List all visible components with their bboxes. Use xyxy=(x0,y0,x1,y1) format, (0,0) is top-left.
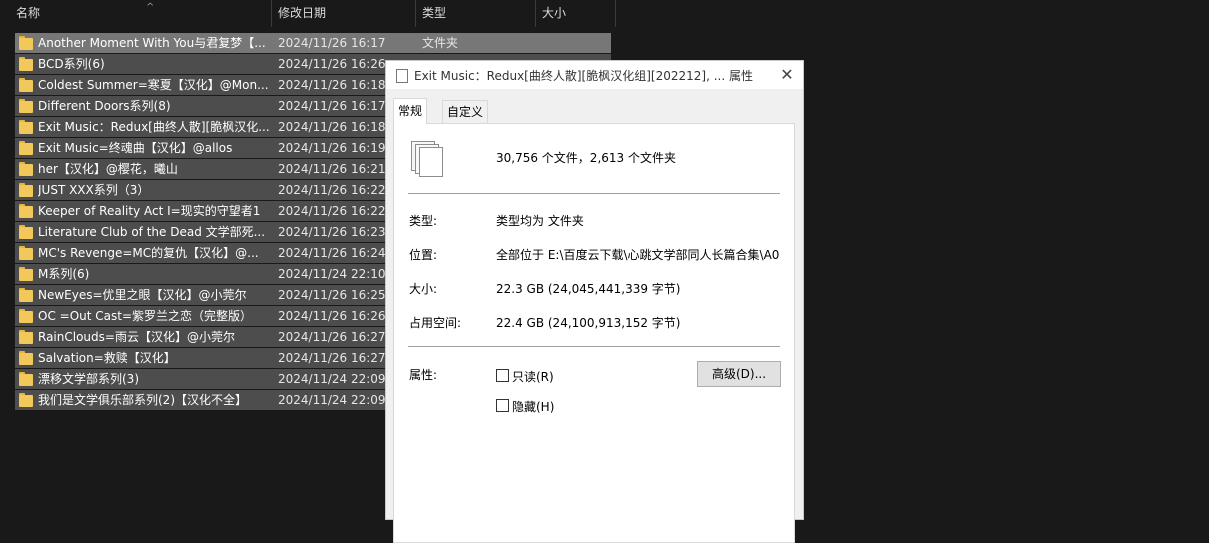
folder-icon xyxy=(19,204,33,218)
column-date-header[interactable]: 修改日期 xyxy=(272,0,416,27)
folder-icon xyxy=(19,183,33,197)
file-name: MC's Revenge=MC的复仇【汉化】@... xyxy=(38,246,259,260)
sort-ascending-icon: ^ xyxy=(146,2,155,13)
close-button[interactable]: ✕ xyxy=(777,65,797,85)
folder-icon xyxy=(19,36,33,50)
folder-icon xyxy=(19,225,33,239)
size-label: 大小: xyxy=(409,282,438,296)
folder-icon xyxy=(19,120,33,134)
hidden-label[interactable]: 隐藏(H) xyxy=(512,398,554,415)
advanced-button[interactable]: 高级(D)... xyxy=(697,361,781,387)
file-name: Keeper of Reality Act I=现实的守望者1 xyxy=(38,204,261,218)
disk-size-value: 22.4 GB (24,100,913,152 字节) xyxy=(496,316,681,330)
file-date: 2024/11/26 16:21 xyxy=(278,162,386,176)
size-value: 22.3 GB (24,045,441,339 字节) xyxy=(496,282,681,296)
file-name: Exit Music：Redux[曲终人散][脆枫汉化... xyxy=(38,120,270,134)
file-date: 2024/11/26 16:22 xyxy=(278,204,386,218)
type-value: 类型均为 文件夹 xyxy=(496,214,584,228)
file-date: 2024/11/26 16:26 xyxy=(278,309,386,323)
folder-icon xyxy=(19,141,33,155)
file-name: RainClouds=雨云【汉化】@小莞尔 xyxy=(38,330,235,344)
folder-icon xyxy=(19,162,33,176)
file-name: 漂移文学部系列(3) xyxy=(38,372,139,386)
file-date: 2024/11/26 16:23 xyxy=(278,225,386,239)
file-name: Another Moment With You与君复梦【... xyxy=(38,36,266,50)
column-header: 名称 ^ 修改日期 类型 大小 xyxy=(0,0,616,27)
location-label: 位置: xyxy=(409,248,438,262)
file-date: 2024/11/26 16:27 xyxy=(278,330,386,344)
file-count-summary: 30,756 个文件，2,613 个文件夹 xyxy=(496,151,676,165)
file-date: 2024/11/26 16:25 xyxy=(278,288,386,302)
file-name: BCD系列(6) xyxy=(38,57,105,71)
divider xyxy=(408,346,780,347)
readonly-checkbox[interactable] xyxy=(496,369,509,382)
column-name-label: 名称 xyxy=(16,6,41,20)
file-name: OC =Out Cast=紫罗兰之恋（完整版） xyxy=(38,309,253,323)
file-name: 我们是文学俱乐部系列(2)【汉化不全】 xyxy=(38,393,247,407)
dialog-title: Exit Music：Redux[曲终人散][脆枫汉化组][202212], .… xyxy=(414,69,753,83)
file-date: 2024/11/26 16:18 xyxy=(278,120,386,134)
file-date: 2024/11/26 16:27 xyxy=(278,351,386,365)
documents-icon xyxy=(393,66,408,83)
file-date: 2024/11/24 22:10 xyxy=(278,267,386,281)
divider xyxy=(408,193,780,194)
file-date: 2024/11/26 16:18 xyxy=(278,78,386,92)
file-date: 2024/11/26 16:26 xyxy=(278,57,386,71)
file-date: 2024/11/24 22:09 xyxy=(278,372,386,386)
file-date: 2024/11/26 16:22 xyxy=(278,183,386,197)
hidden-checkbox[interactable] xyxy=(496,399,509,412)
file-name: Literature Club of the Dead 文学部死... xyxy=(38,225,266,239)
folder-icon xyxy=(19,288,33,302)
multiple-files-icon xyxy=(411,141,445,177)
folder-icon xyxy=(19,309,33,323)
dialog-titlebar[interactable]: Exit Music：Redux[曲终人散][脆枫汉化组][202212], .… xyxy=(386,61,803,89)
file-date: 2024/11/24 22:09 xyxy=(278,393,386,407)
folder-icon xyxy=(19,99,33,113)
general-panel: 30,756 个文件，2,613 个文件夹 类型: 类型均为 文件夹 位置: 全… xyxy=(393,123,795,543)
file-name: Different Doors系列(8) xyxy=(38,99,171,113)
properties-dialog: Exit Music：Redux[曲终人散][脆枫汉化组][202212], .… xyxy=(385,60,804,543)
disk-size-label: 占用空间: xyxy=(409,316,462,330)
attributes-label: 属性: xyxy=(409,368,438,382)
folder-icon xyxy=(19,372,33,386)
file-date: 2024/11/26 16:17 xyxy=(278,99,386,113)
file-name: Salvation=救赎【汉化】 xyxy=(38,351,176,365)
file-date: 2024/11/26 16:24 xyxy=(278,246,386,260)
file-name: her【汉化】@樱花，曦山 xyxy=(38,162,178,176)
folder-icon xyxy=(19,78,33,92)
folder-icon xyxy=(19,351,33,365)
tab-general[interactable]: 常规 xyxy=(393,98,428,124)
tab-custom[interactable]: 自定义 xyxy=(442,100,489,123)
folder-icon xyxy=(19,57,33,71)
file-name: Coldest Summer=寒夏【汉化】@Mon... xyxy=(38,78,269,92)
file-name: Exit Music=终魂曲【汉化】@allos xyxy=(38,141,233,155)
column-name-header[interactable]: 名称 ^ xyxy=(10,0,272,27)
location-value: 全部位于 E:\百度云下载\心跳文学部同人长篇合集\A0 xyxy=(496,248,780,262)
file-name: JUST XXX系列（3） xyxy=(38,183,150,197)
file-type: 文件夹 xyxy=(422,36,459,50)
column-size-header[interactable]: 大小 xyxy=(536,0,616,27)
file-row[interactable]: Another Moment With You与君复梦【... 2024/11/2… xyxy=(15,33,611,53)
type-label: 类型: xyxy=(409,214,438,228)
column-type-header[interactable]: 类型 xyxy=(416,0,536,27)
file-name: NewEyes=优里之眼【汉化】@小莞尔 xyxy=(38,288,247,302)
readonly-label[interactable]: 只读(R) xyxy=(512,368,554,385)
folder-icon xyxy=(19,246,33,260)
folder-icon xyxy=(19,267,33,281)
file-name: M系列(6) xyxy=(38,267,90,281)
file-date: 2024/11/26 16:19 xyxy=(278,141,386,155)
folder-icon xyxy=(19,330,33,344)
folder-icon xyxy=(19,393,33,407)
file-date: 2024/11/26 16:17 xyxy=(278,36,386,50)
